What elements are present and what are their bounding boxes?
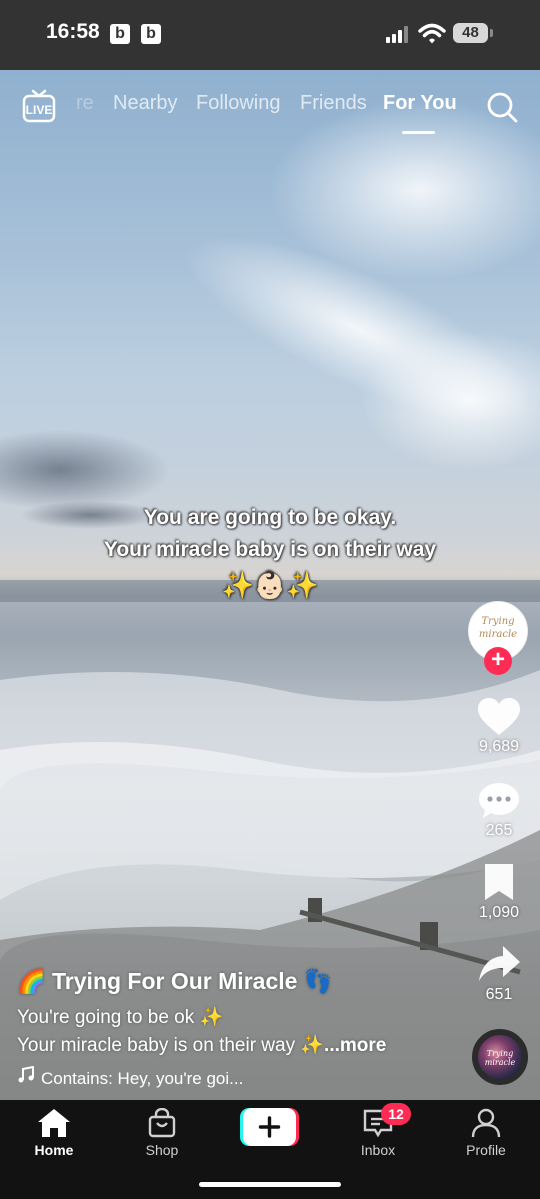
- avatar-logo-text: Trying miracle: [478, 616, 518, 640]
- tab-friends[interactable]: Friends: [300, 92, 367, 115]
- description-line: You're going to be ok ✨: [17, 1007, 224, 1028]
- nav-inbox-label: Inbox: [360, 1142, 396, 1158]
- sky-clouds: [0, 100, 540, 529]
- nav-shop[interactable]: Shop: [122, 1108, 202, 1158]
- video-caption-line: Your miracle baby is on their way: [103, 538, 437, 561]
- battery-level: 48: [453, 23, 488, 43]
- comment-icon[interactable]: [477, 781, 521, 821]
- nav-shop-label: Shop: [145, 1142, 179, 1158]
- notification-badge-icon: b: [110, 24, 130, 44]
- share-count: 651: [485, 986, 513, 1003]
- nav-home-label: Home: [34, 1142, 74, 1158]
- active-tab-indicator: [402, 131, 435, 134]
- battery-nub: [490, 29, 493, 37]
- like-count: 9,689: [478, 738, 520, 755]
- bookmark-icon[interactable]: [477, 862, 521, 902]
- tiktok-screen: 16:58 b b 48 LIVE re Nearby Following Fr…: [0, 0, 540, 1199]
- video-caption-emoji: ✨👶🏻✨: [221, 570, 319, 600]
- home-icon: [38, 1109, 70, 1137]
- tab-nearby[interactable]: Nearby: [113, 92, 177, 115]
- inbox-badge: 12: [381, 1103, 411, 1125]
- music-disc[interactable]: Trying miracle: [472, 1029, 528, 1085]
- author-name[interactable]: 🌈 Trying For Our Miracle 👣: [17, 968, 332, 995]
- wifi-icon: [418, 23, 446, 44]
- home-indicator: [199, 1182, 341, 1187]
- nav-profile-label: Profile: [466, 1142, 506, 1158]
- description-line[interactable]: Your miracle baby is on their way ✨...mo…: [17, 1033, 386, 1057]
- status-bar: 16:58 b b 48: [0, 0, 540, 70]
- notification-badge-icon: b: [141, 24, 161, 44]
- share-icon[interactable]: [477, 944, 521, 984]
- follow-button[interactable]: +: [484, 647, 512, 675]
- disc-logo-text: Trying miracle: [484, 1049, 516, 1067]
- video-caption-line: You are going to be okay.: [143, 506, 397, 529]
- cellular-signal-icon: [386, 26, 408, 43]
- create-button[interactable]: [240, 1108, 299, 1146]
- music-note-icon: [18, 1066, 34, 1083]
- nav-profile[interactable]: Profile: [446, 1108, 526, 1158]
- save-count: 1,090: [478, 904, 520, 921]
- music-row[interactable]: Contains: Hey, you're goi...: [17, 1066, 243, 1089]
- profile-icon: [471, 1108, 501, 1138]
- nav-home[interactable]: Home: [14, 1108, 94, 1158]
- heart-icon[interactable]: [477, 697, 521, 737]
- status-time: 16:58: [46, 20, 100, 43]
- tab-for-you[interactable]: For You: [383, 92, 457, 115]
- music-title: Contains: Hey, you're goi...: [41, 1069, 244, 1088]
- tab-following[interactable]: Following: [196, 92, 280, 115]
- shop-bag-icon: [148, 1108, 176, 1138]
- feed-tabs: re Nearby Following Friends For You: [0, 92, 540, 122]
- search-icon[interactable]: [486, 91, 518, 123]
- description-text: Your miracle baby is on their way ✨: [17, 1035, 325, 1056]
- more-link[interactable]: ...more: [324, 1035, 386, 1056]
- comment-count: 265: [485, 822, 513, 839]
- tab-partial[interactable]: re: [76, 92, 94, 115]
